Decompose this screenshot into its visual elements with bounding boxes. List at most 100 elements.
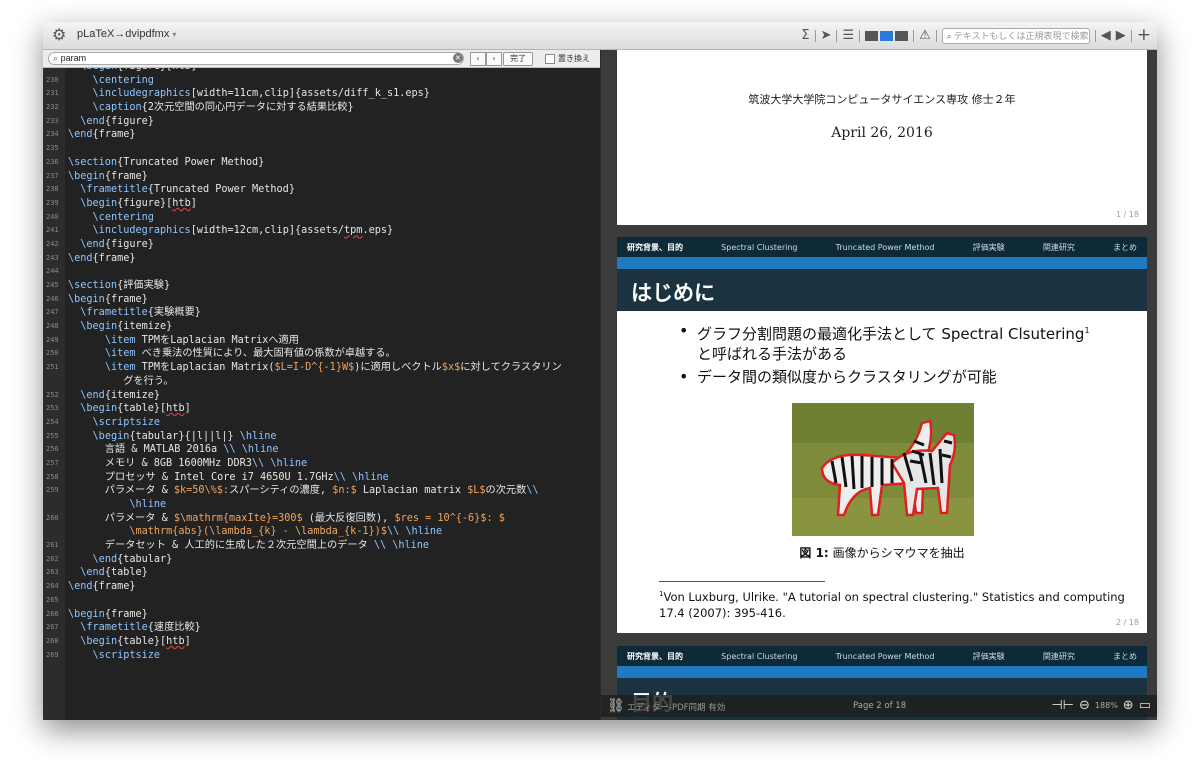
toolbar-actions: Σ ➤ ☰ ⚠ ⌕ テキストもしくは正規表現で検索 ◀ ▶ + — [801, 25, 1151, 46]
replace-toggle[interactable]: 置き換え — [545, 53, 590, 64]
clear-icon[interactable]: × — [453, 53, 463, 63]
code-line[interactable]: 231 \includegraphics[width=11cm,clip]{as… — [43, 87, 600, 101]
slide-accent-bar — [617, 257, 1147, 269]
next-icon[interactable]: ▶ — [1116, 25, 1126, 46]
gear-icon[interactable]: ⚙ — [52, 26, 70, 44]
line-number: 236 — [46, 157, 59, 166]
code-line[interactable]: 247 \frametitle{実験概要} — [43, 306, 600, 320]
slide-nav-item[interactable]: Truncated Power Method — [836, 652, 935, 661]
code-line[interactable]: 253 \begin{table}[htb] — [43, 402, 600, 416]
code-line[interactable]: 239 \begin{figure}[htb] — [43, 197, 600, 211]
code-line[interactable]: 250 \item べき乗法の性質により、最大固有値の係数が卓越する。 — [43, 347, 600, 361]
code-line[interactable]: 256 言語 & MATLAB 2016a \\ \hline — [43, 443, 600, 457]
slide-nav-item[interactable]: Truncated Power Method — [836, 243, 935, 252]
code-line[interactable]: \hline — [43, 498, 600, 512]
layout-toggle[interactable] — [865, 30, 909, 41]
code-line[interactable]: 248 \begin{itemize} — [43, 320, 600, 334]
layout-preview-icon[interactable] — [895, 30, 909, 41]
code-line[interactable]: 232 \caption{2次元空間の同心円データに対する結果比較} — [43, 101, 600, 115]
replace-checkbox[interactable] — [545, 53, 555, 64]
send-icon[interactable]: ➤ — [821, 25, 832, 46]
replace-label: 置き換え — [558, 54, 590, 63]
toolbar-search-field[interactable]: ⌕ テキストもしくは正規表現で検索 — [941, 27, 1090, 44]
code-line[interactable]: 266 \begin{frame} — [43, 608, 600, 622]
add-icon[interactable]: + — [1137, 25, 1151, 46]
sigma-icon[interactable]: Σ — [801, 25, 809, 46]
code-text: \begin{frame} — [68, 170, 148, 182]
line-number: 257 — [46, 458, 59, 467]
fit-width-icon[interactable]: ⊣⊢ — [1051, 698, 1074, 713]
code-line[interactable]: 258 プロセッサ & Intel Core i7 4650U 1.7GHz\\… — [43, 471, 600, 485]
code-line[interactable]: 238 \frametitle{Truncated Power Method} — [43, 183, 600, 197]
slide-nav-item[interactable]: 研究背景、目的 — [627, 651, 683, 662]
code-line[interactable]: グを行う。 — [43, 375, 600, 389]
code-line[interactable]: 255 \begin{tabular}{|l||l|} \hline — [43, 430, 600, 444]
code-line[interactable]: 233 \end{figure} — [43, 115, 600, 129]
line-number: 266 — [46, 609, 59, 618]
pdf-preview[interactable]: 筑波大学大学院コンピュータサイエンス専攻 修士２年 April 26, 2016… — [601, 50, 1157, 720]
code-line[interactable]: 265 — [43, 594, 600, 608]
code-line[interactable]: 241 \includegraphics[width=12cm,clip]{as… — [43, 224, 600, 238]
code-line[interactable]: 252 \end{itemize} — [43, 389, 600, 403]
code-line[interactable]: 264 \end{frame} — [43, 580, 600, 594]
slide-nav-item[interactable]: 評価実験 — [973, 651, 1005, 662]
code-text: \begin{figure}[htb] — [80, 197, 197, 209]
zoom-in-icon[interactable]: ⊕ — [1123, 698, 1134, 713]
code-line[interactable]: 260 パラメータ & $\mathrm{maxIte}=300$ (最大反復回… — [43, 512, 600, 526]
code-line[interactable]: 237 \begin{frame} — [43, 170, 600, 184]
layout-editor-icon[interactable] — [865, 30, 879, 41]
code-text: \section{Truncated Power Method} — [68, 156, 265, 168]
source-editor[interactable]: \begin{figure}[htb] 230 \centering231 \in… — [43, 68, 600, 720]
slide-nav-item[interactable]: 関連研究 — [1043, 651, 1075, 662]
code-text: \begin{table}[htb] — [80, 403, 191, 415]
slide-nav-item[interactable]: 評価実験 — [973, 242, 1005, 253]
line-number: 265 — [46, 595, 59, 604]
code-line[interactable]: 251 \item TPMをLaplacian Matrix($L=I-D^{-… — [43, 361, 600, 375]
layout-split-icon[interactable] — [880, 30, 894, 41]
find-done-button[interactable]: 完了 — [503, 52, 533, 66]
slide-nav-item[interactable]: まとめ — [1113, 651, 1137, 662]
code-line[interactable]: 244 — [43, 265, 600, 279]
code-line[interactable]: 234 \end{frame} — [43, 128, 600, 142]
code-line[interactable]: 268 \begin{table}[htb] — [43, 635, 600, 649]
previous-icon[interactable]: ◀ — [1101, 25, 1111, 46]
slide-nav-item[interactable]: まとめ — [1113, 242, 1137, 253]
code-line[interactable]: 246 \begin{frame} — [43, 293, 600, 307]
code-line[interactable]: 230 \centering — [43, 74, 600, 88]
code-line[interactable]: 262 \end{tabular} — [43, 553, 600, 567]
code-line[interactable]: 259 パラメータ & $k=50\%$:スパーシティの濃度, $n:$ Lap… — [43, 484, 600, 498]
code-line[interactable]: 263 \end{table} — [43, 566, 600, 580]
presentation-icon[interactable]: ▭ — [1139, 698, 1151, 713]
code-line[interactable]: 243 \end{frame} — [43, 252, 600, 266]
code-text: \end{tabular} — [92, 553, 173, 565]
find-input[interactable]: ⌕ param — [48, 52, 464, 65]
slide-nav-item[interactable]: Spectral Clustering — [721, 243, 797, 252]
code-line[interactable]: 261 データセット & 人工的に生成した２次元空間上のデータ \\ \hlin… — [43, 539, 600, 553]
line-number: 244 — [46, 267, 59, 276]
find-previous-button[interactable]: ‹ — [470, 52, 486, 66]
code-line[interactable]: 236 \section{Truncated Power Method} — [43, 156, 600, 170]
toolbar-divider — [913, 29, 915, 42]
zoom-out-icon[interactable]: ⊖ — [1079, 698, 1090, 713]
slide-nav-item[interactable]: Spectral Clustering — [721, 652, 797, 661]
find-navigation: ‹ › — [470, 52, 502, 66]
code-line[interactable]: 267 \frametitle{速度比較} — [43, 621, 600, 635]
code-line[interactable]: 245 \section{評価実験} — [43, 279, 600, 293]
code-line[interactable]: \mathrm{abs}(\lambda_{k} - \lambda_{k-1}… — [43, 525, 600, 539]
code-line[interactable]: 242 \end{figure} — [43, 238, 600, 252]
code-line[interactable]: 257 メモリ & 8GB 1600MHz DDR3\\ \hline — [43, 457, 600, 471]
slide-nav-item[interactable]: 関連研究 — [1043, 242, 1075, 253]
find-next-button[interactable]: › — [486, 52, 502, 66]
slide-nav-item[interactable]: 研究背景、目的 — [627, 242, 683, 253]
warning-icon[interactable]: ⚠ — [919, 25, 931, 46]
code-line[interactable]: 235 — [43, 142, 600, 156]
line-number: 261 — [46, 541, 59, 550]
list-icon[interactable]: ☰ — [842, 25, 854, 46]
line-number: 237 — [46, 171, 59, 180]
code-line[interactable]: 254 \scriptsize — [43, 416, 600, 430]
code-line[interactable]: 269 \scriptsize — [43, 649, 600, 663]
code-line[interactable]: 249 \item TPMをLaplacian Matrixへ適用 — [43, 334, 600, 348]
sync-icon[interactable]: ⛓ — [607, 698, 625, 714]
code-line[interactable]: 240 \centering — [43, 211, 600, 225]
typeset-engine-select[interactable]: pLaTeX→dvipdfmx ▾ — [77, 28, 176, 40]
